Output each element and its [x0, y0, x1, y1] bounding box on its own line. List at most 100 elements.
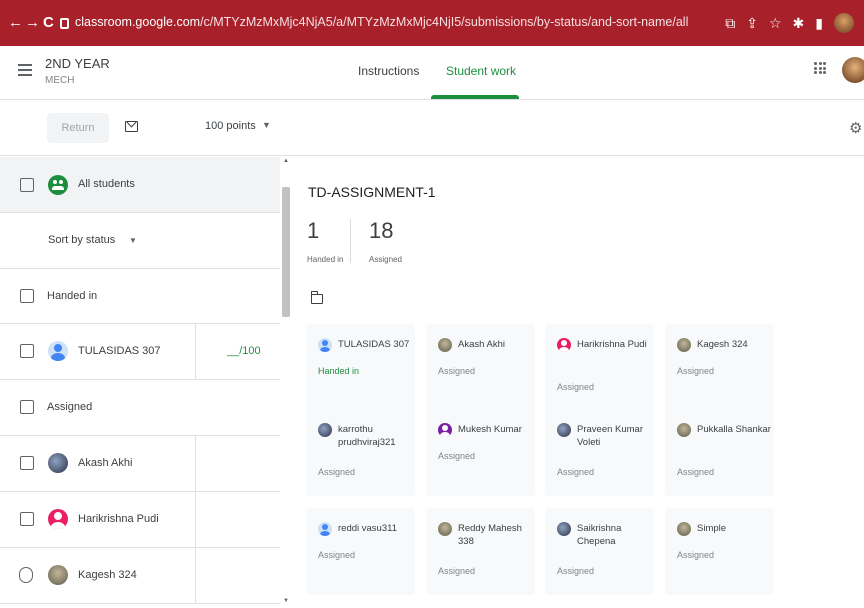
- student-card[interactable]: Praveen Kumar Voleti Assigned: [545, 409, 654, 496]
- accessibility-icon[interactable]: [19, 567, 33, 583]
- handed-in-label: Handed in: [307, 255, 344, 264]
- assignment-overview: TD-ASSIGNMENT-1 1 Handed in 18 Assigned …: [290, 157, 864, 608]
- card-status: Assigned: [318, 550, 356, 560]
- share-icon[interactable]: ⇪: [746, 14, 758, 32]
- assigned-label: Assigned: [369, 255, 402, 264]
- student-card[interactable]: Saikrishna Chepena Assigned: [545, 508, 654, 595]
- card-status: Assigned: [438, 366, 476, 376]
- scroll-down-arrow-icon[interactable]: ▼: [283, 598, 289, 604]
- avatar: [557, 522, 571, 536]
- all-students-checkbox[interactable]: [20, 178, 34, 192]
- forward-arrow-icon[interactable]: →: [25, 14, 40, 32]
- student-card[interactable]: Harikrishna Pudi Assigned: [545, 324, 654, 411]
- card-status: Assigned: [318, 467, 356, 477]
- card-student-name: Saikrishna Chepena: [577, 523, 622, 547]
- card-student-name: Harikrishna Pudi: [577, 339, 647, 350]
- course-section: MECH: [45, 75, 75, 86]
- card-status: Assigned: [557, 566, 595, 576]
- return-button[interactable]: Return: [47, 113, 109, 143]
- student-name: TULASIDAS 307: [78, 345, 161, 357]
- student-list: All students Sort by status ▼ Handed in …: [0, 157, 280, 608]
- avatar: [557, 423, 571, 437]
- avatar: [557, 338, 571, 352]
- assigned-header: Assigned: [47, 401, 93, 413]
- avatar: [48, 509, 68, 529]
- all-students-label: All students: [78, 178, 135, 190]
- student-card[interactable]: TULASIDAS 307 Handed in: [306, 324, 415, 411]
- side-panel-icon[interactable]: ▮: [815, 14, 823, 32]
- profile-avatar-icon[interactable]: [834, 13, 854, 33]
- student-name: Akash Akhi: [78, 457, 133, 469]
- install-app-icon[interactable]: ⧉: [725, 14, 735, 32]
- folder-icon[interactable]: [310, 291, 323, 304]
- student-checkbox[interactable]: [20, 344, 34, 358]
- grading-toolbar: Return 100 points ▼ ⚙: [0, 100, 864, 156]
- card-student-name: Simple: [697, 523, 727, 534]
- account-avatar[interactable]: [842, 57, 864, 83]
- stat-divider: [350, 219, 351, 263]
- points-dropdown[interactable]: 100 points: [205, 120, 256, 132]
- avatar: [438, 522, 452, 536]
- student-row[interactable]: TULASIDAS 307 __/100: [0, 324, 280, 380]
- student-checkbox[interactable]: [20, 456, 34, 470]
- student-row[interactable]: Harikrishna Pudi: [0, 492, 280, 548]
- handed-in-header: Handed in: [47, 290, 98, 302]
- student-card[interactable]: Reddy Mahesh 338 Assigned: [426, 508, 535, 595]
- student-card[interactable]: karrothu prudhviraj321 Assigned: [306, 409, 415, 496]
- card-student-name: karrothu prudhviraj321: [338, 424, 396, 448]
- avatar: [318, 338, 332, 352]
- lock-icon: [60, 17, 69, 29]
- tab-student-work[interactable]: Student work: [446, 64, 516, 78]
- card-student-name: Praveen Kumar Voleti: [577, 424, 644, 448]
- card-status: Assigned: [557, 382, 595, 392]
- handed-in-checkbox[interactable]: [20, 289, 34, 303]
- card-status: Assigned: [677, 366, 715, 376]
- student-name: Kagesh 324: [78, 569, 137, 581]
- avatar: [318, 423, 332, 437]
- avatar: [438, 338, 452, 352]
- card-status: Assigned: [438, 451, 476, 461]
- scroll-up-arrow-icon[interactable]: ▲: [283, 158, 289, 164]
- student-card[interactable]: Mukesh Kumar Assigned: [426, 409, 535, 496]
- bookmark-star-icon[interactable]: ☆: [769, 14, 782, 32]
- student-card[interactable]: Simple Assigned: [665, 508, 774, 595]
- assigned-checkbox[interactable]: [20, 400, 34, 414]
- sort-row: Sort by status ▼: [0, 213, 280, 269]
- avatar: [48, 341, 68, 361]
- card-student-name: TULASIDAS 307: [338, 339, 410, 350]
- back-arrow-icon[interactable]: ←: [8, 14, 23, 32]
- avatar: [677, 522, 691, 536]
- card-student-name: Reddy Mahesh 338: [458, 523, 522, 547]
- all-students-row[interactable]: All students: [0, 157, 280, 213]
- column-divider: [195, 324, 196, 379]
- dropdown-caret-icon[interactable]: ▼: [129, 236, 137, 245]
- card-student-name: Kagesh 324: [697, 339, 748, 350]
- tab-instructions[interactable]: Instructions: [358, 64, 419, 78]
- card-student-name: reddi vasu311: [338, 523, 397, 534]
- student-row[interactable]: Akash Akhi: [0, 436, 280, 492]
- settings-gear-icon[interactable]: ⚙: [849, 119, 862, 137]
- browser-actions: ⧉ ⇪ ☆ ✱ ▮: [725, 13, 854, 33]
- scrollbar[interactable]: [282, 187, 290, 317]
- email-icon[interactable]: [125, 121, 138, 132]
- student-card[interactable]: Kagesh 324 Assigned: [665, 324, 774, 411]
- group-icon: [48, 175, 68, 195]
- extensions-puzzle-icon[interactable]: ✱: [793, 14, 805, 32]
- avatar: [48, 565, 68, 585]
- student-checkbox[interactable]: [20, 512, 34, 526]
- classroom-app-bar: 2ND YEAR MECH Instructions Student work: [0, 46, 864, 100]
- grade-field[interactable]: __/100: [227, 345, 261, 357]
- course-title[interactable]: 2ND YEAR: [45, 56, 110, 71]
- sort-dropdown[interactable]: Sort by status: [48, 234, 115, 246]
- student-card[interactable]: reddi vasu311 Assigned: [306, 508, 415, 595]
- student-card[interactable]: Pukkalla Shankar Assigned: [665, 409, 774, 496]
- assigned-count: 18: [369, 218, 394, 243]
- reload-icon[interactable]: C: [43, 14, 54, 32]
- student-row[interactable]: Kagesh 324: [0, 548, 280, 604]
- assigned-group-header: Assigned: [0, 380, 280, 436]
- student-card[interactable]: Akash Akhi Assigned: [426, 324, 535, 411]
- google-apps-icon[interactable]: [814, 62, 826, 74]
- avatar: [677, 338, 691, 352]
- dropdown-caret-icon[interactable]: ▼: [262, 120, 271, 130]
- main-menu-icon[interactable]: [18, 64, 32, 76]
